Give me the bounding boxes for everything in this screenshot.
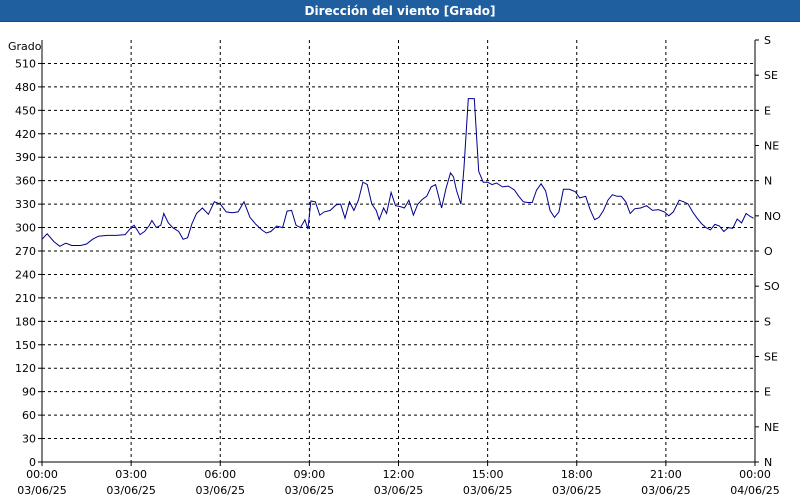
y-tick-label: 30: [22, 433, 36, 446]
x-tick-date-label: 03/06/25: [196, 484, 245, 497]
series-line: [41, 98, 754, 247]
y-tick-label: 180: [15, 315, 36, 328]
y2-tick-label: SE: [764, 351, 778, 364]
y-tick-label: 270: [15, 245, 36, 258]
x-tick-date-label: 03/06/25: [106, 484, 155, 497]
y2-tick-label: NE: [764, 140, 779, 153]
y2-tick-label: E: [764, 386, 771, 399]
x-tick-date-label: 04/06/25: [730, 484, 779, 497]
x-tick-time-label: 09:00: [294, 468, 326, 481]
y-tick-label: 150: [15, 339, 36, 352]
y-axis-label: Grado: [8, 40, 42, 53]
x-tick-time-label: 12:00: [383, 468, 415, 481]
y-tick-label: 120: [15, 362, 36, 375]
x-tick-date-label: 03/06/25: [463, 484, 512, 497]
y2-tick-label: SE: [764, 69, 778, 82]
x-tick-date-label: 03/06/25: [552, 484, 601, 497]
y2-tick-label: SO: [764, 280, 780, 293]
chart-area: Grado 0 30 60 90 120 150 180 210 240 270 300 330 360 3…: [0, 22, 800, 500]
y-tick-label: 360: [15, 175, 36, 188]
y-tick-label: 480: [15, 81, 36, 94]
y2-tick-label: NE: [764, 421, 779, 434]
x-tick-time-label: 18:00: [561, 468, 593, 481]
x-tick-time-label: 15:00: [472, 468, 504, 481]
x-tick-date-label: 03/06/25: [374, 484, 423, 497]
y2-tick-label: S: [764, 34, 771, 47]
x-tick-time-label: 03:00: [115, 468, 147, 481]
y2-tick-label: NO: [764, 210, 781, 223]
x-tick-time-label: 21:00: [650, 468, 682, 481]
y-tick-label: 90: [22, 386, 36, 399]
y2-tick-label: O: [764, 245, 773, 258]
x-tick-time-label: 00:00: [739, 468, 771, 481]
y-tick-label: 510: [15, 57, 36, 70]
y-tick-label: 240: [15, 268, 36, 281]
y-tick-label: 210: [15, 292, 36, 305]
y-tick-label: 60: [22, 409, 36, 422]
y-tick-label: 420: [15, 128, 36, 141]
chart-title: Dirección del viento [Grado]: [304, 3, 496, 18]
x-tick-date-label: 03/06/25: [641, 484, 690, 497]
chart-title-bar: Dirección del viento [Grado]: [0, 0, 800, 22]
y-tick-label: 390: [15, 151, 36, 164]
line-chart: Grado03060901201501802102402703003303603…: [8, 34, 781, 497]
y-tick-label: 300: [15, 222, 36, 235]
x-tick-date-label: 03/06/25: [17, 484, 66, 497]
x-tick-time-label: 00:00: [26, 468, 58, 481]
x-tick-time-label: 06:00: [204, 468, 236, 481]
x-tick-date-label: 03/06/25: [285, 484, 334, 497]
y-tick-label: 450: [15, 104, 36, 117]
y2-tick-label: N: [764, 175, 772, 188]
y-tick-label: 330: [15, 198, 36, 211]
y2-tick-label: E: [764, 104, 771, 117]
y2-tick-label: S: [764, 315, 771, 328]
